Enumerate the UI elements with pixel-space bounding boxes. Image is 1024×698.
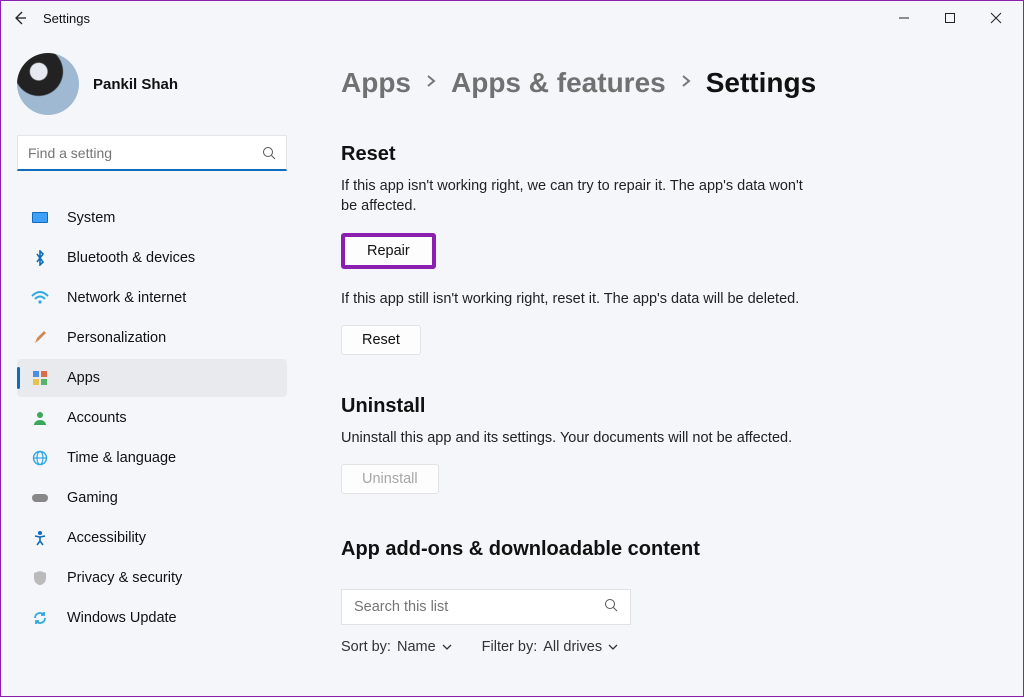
sidebar-item-label: Personalization xyxy=(67,330,166,346)
breadcrumb-apps[interactable]: Apps xyxy=(341,67,411,99)
shield-icon xyxy=(31,569,49,587)
addons-search-input[interactable] xyxy=(354,599,604,615)
sidebar-item-label: Accessibility xyxy=(67,530,146,546)
sidebar-item-label: Apps xyxy=(67,370,100,386)
sidebar-item-gaming[interactable]: Gaming xyxy=(17,479,287,517)
window-controls xyxy=(881,3,1019,33)
sidebar-item-apps[interactable]: Apps xyxy=(17,359,287,397)
chevron-right-icon xyxy=(425,73,437,94)
close-button[interactable] xyxy=(973,3,1019,33)
breadcrumb-apps-features[interactable]: Apps & features xyxy=(451,67,666,99)
apps-icon xyxy=(31,369,49,387)
nav: System Bluetooth & devices Network & int… xyxy=(17,199,287,637)
sidebar-item-label: Network & internet xyxy=(67,290,186,306)
filters-row: Sort by: Name Filter by: All drives xyxy=(341,639,983,655)
avatar xyxy=(17,53,79,115)
uninstall-button[interactable]: Uninstall xyxy=(341,464,439,494)
bluetooth-icon xyxy=(31,249,49,267)
person-icon xyxy=(31,409,49,427)
filter-label: Filter by: xyxy=(482,639,538,655)
sort-value: Name xyxy=(397,639,436,655)
accessibility-icon xyxy=(31,529,49,547)
sidebar: Pankil Shah System Bluetooth & devices N… xyxy=(1,35,301,698)
search-icon xyxy=(262,146,276,160)
paintbrush-icon xyxy=(31,329,49,347)
reset-description: If this app still isn't working right, r… xyxy=(341,289,901,309)
maximize-button[interactable] xyxy=(927,3,973,33)
minimize-button[interactable] xyxy=(881,3,927,33)
search-input[interactable] xyxy=(28,145,262,161)
gamepad-icon xyxy=(31,489,49,507)
addons-section: App add-ons & downloadable content Sort … xyxy=(341,538,983,655)
repair-description: If this app isn't working right, we can … xyxy=(341,176,821,217)
sidebar-item-bluetooth[interactable]: Bluetooth & devices xyxy=(17,239,287,277)
window-title: Settings xyxy=(43,11,90,26)
breadcrumb: Apps Apps & features Settings xyxy=(341,67,983,99)
addons-heading: App add-ons & downloadable content xyxy=(341,538,983,561)
sidebar-item-label: Bluetooth & devices xyxy=(67,250,195,266)
sidebar-item-accounts[interactable]: Accounts xyxy=(17,399,287,437)
sidebar-item-label: Gaming xyxy=(67,490,118,506)
reset-section: Reset If this app isn't working right, w… xyxy=(341,143,983,355)
chevron-down-icon xyxy=(608,639,618,655)
titlebar: Settings xyxy=(1,1,1023,35)
wifi-icon xyxy=(31,289,49,307)
sidebar-item-label: Privacy & security xyxy=(67,570,182,586)
uninstall-description: Uninstall this app and its settings. You… xyxy=(341,428,901,448)
sidebar-item-time-language[interactable]: Time & language xyxy=(17,439,287,477)
uninstall-section: Uninstall Uninstall this app and its set… xyxy=(341,395,983,494)
profile-name: Pankil Shah xyxy=(93,76,178,93)
breadcrumb-settings: Settings xyxy=(706,67,816,99)
addons-search-box[interactable] xyxy=(341,589,631,625)
sort-label: Sort by: xyxy=(341,639,391,655)
sidebar-item-privacy[interactable]: Privacy & security xyxy=(17,559,287,597)
sidebar-item-label: Time & language xyxy=(67,450,176,466)
sidebar-item-label: Accounts xyxy=(67,410,127,426)
chevron-down-icon xyxy=(442,639,452,655)
chevron-right-icon xyxy=(680,73,692,94)
sidebar-item-network[interactable]: Network & internet xyxy=(17,279,287,317)
reset-heading: Reset xyxy=(341,143,983,166)
uninstall-heading: Uninstall xyxy=(341,395,983,418)
update-icon xyxy=(31,609,49,627)
filter-value: All drives xyxy=(543,639,602,655)
sidebar-item-accessibility[interactable]: Accessibility xyxy=(17,519,287,557)
sidebar-item-windows-update[interactable]: Windows Update xyxy=(17,599,287,637)
profile[interactable]: Pankil Shah xyxy=(17,53,287,115)
sidebar-item-label: System xyxy=(67,210,115,226)
filter-dropdown[interactable]: Filter by: All drives xyxy=(482,639,618,655)
sidebar-item-system[interactable]: System xyxy=(17,199,287,237)
main-content: Apps Apps & features Settings Reset If t… xyxy=(301,35,1023,698)
repair-button[interactable]: Repair xyxy=(341,233,436,269)
reset-button[interactable]: Reset xyxy=(341,325,421,355)
sidebar-item-label: Windows Update xyxy=(67,610,177,626)
display-icon xyxy=(31,209,49,227)
globe-icon xyxy=(31,449,49,467)
sidebar-item-personalization[interactable]: Personalization xyxy=(17,319,287,357)
sort-dropdown[interactable]: Sort by: Name xyxy=(341,639,452,655)
back-button[interactable] xyxy=(11,9,29,27)
search-icon xyxy=(604,598,618,617)
search-box[interactable] xyxy=(17,135,287,171)
